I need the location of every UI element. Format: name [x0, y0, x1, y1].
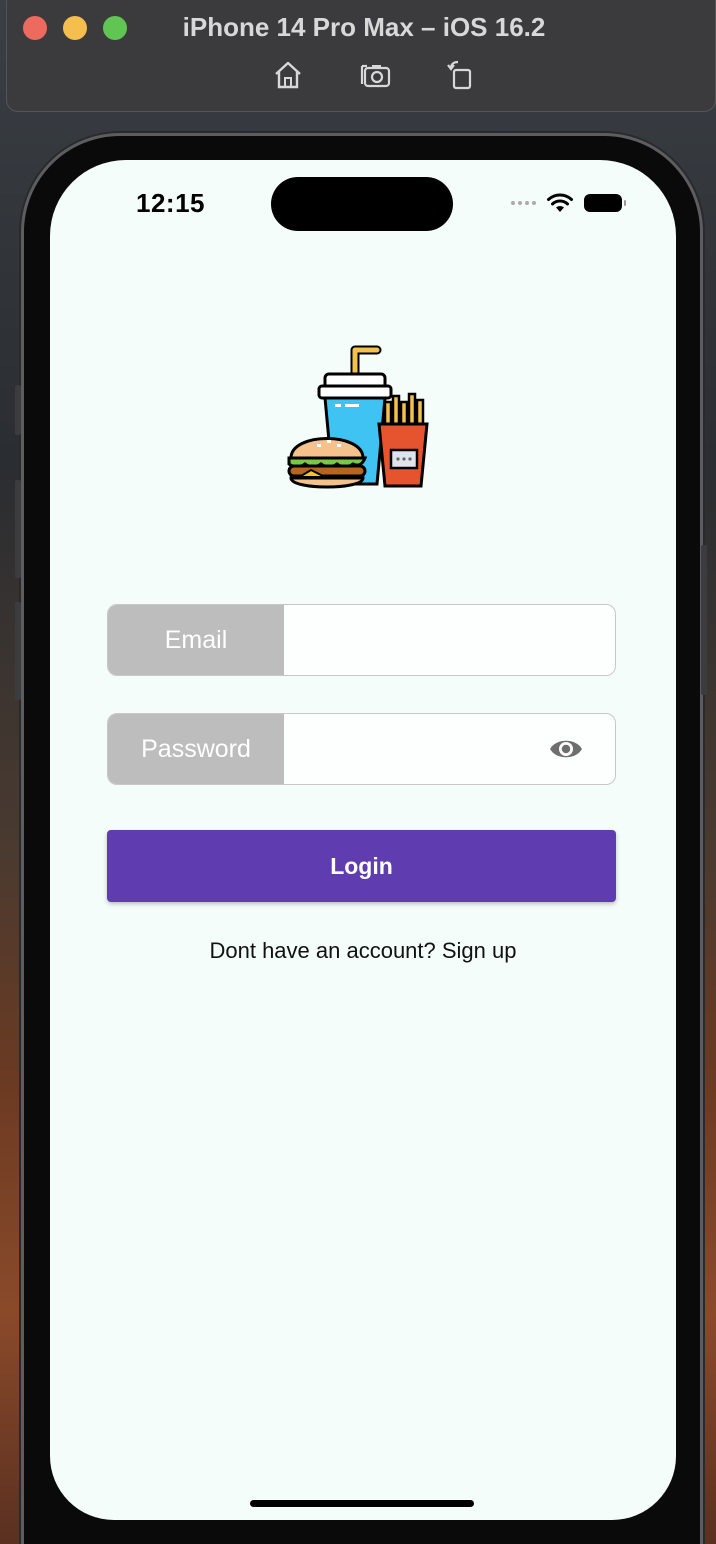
- wifi-icon: [547, 193, 573, 212]
- home-indicator[interactable]: [250, 1500, 474, 1507]
- password-field[interactable]: Password: [107, 713, 616, 785]
- volume-up-button: [15, 480, 21, 578]
- dynamic-island: [271, 177, 453, 231]
- phone-screen: 12:15 Email Password Login Dont have an …: [50, 160, 676, 1520]
- simulator-titlebar: iPhone 14 Pro Max – iOS 16.2: [6, 0, 716, 112]
- fast-food-logo-icon: [287, 345, 429, 489]
- volume-down-button: [15, 602, 21, 700]
- rotate-icon[interactable]: [443, 58, 477, 92]
- password-label: Password: [108, 714, 284, 784]
- email-input[interactable]: [284, 605, 615, 675]
- screenshot-icon[interactable]: [359, 58, 393, 92]
- battery-icon: [584, 194, 626, 212]
- silent-switch: [15, 385, 21, 435]
- status-icons: [511, 190, 626, 216]
- signal-icon: [511, 201, 536, 205]
- power-button: [701, 545, 707, 695]
- status-time: 12:15: [136, 188, 205, 218]
- login-button[interactable]: Login: [107, 830, 616, 902]
- home-icon[interactable]: [271, 58, 305, 92]
- signup-link[interactable]: Dont have an account? Sign up: [50, 938, 676, 964]
- simulator-title: iPhone 14 Pro Max – iOS 16.2: [182, 12, 546, 42]
- email-label: Email: [108, 605, 284, 675]
- show-password-icon[interactable]: [549, 736, 583, 762]
- password-input[interactable]: [284, 714, 535, 784]
- email-field[interactable]: Email: [107, 604, 616, 676]
